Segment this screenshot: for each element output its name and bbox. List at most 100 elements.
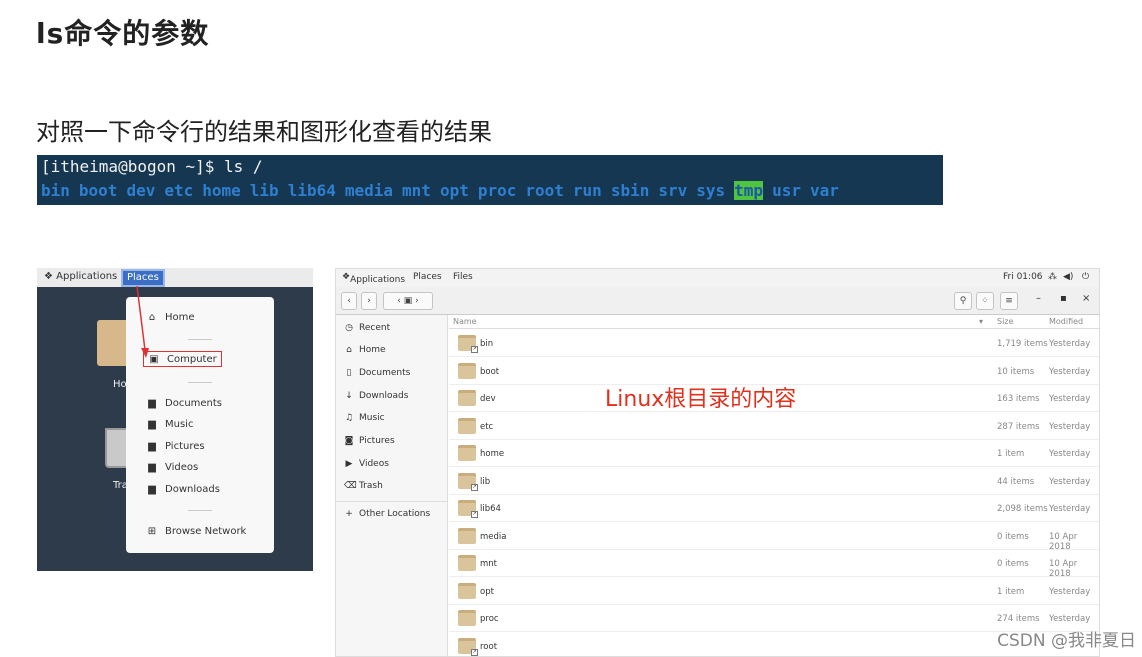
places-menu[interactable]: Places (121, 269, 165, 287)
sidebar-item-videos[interactable]: ▶ Videos (344, 457, 389, 471)
menu-item-music[interactable]: ▆ Music (146, 416, 193, 432)
menu-item-computer[interactable]: ▣ Computer (143, 351, 222, 367)
folder-icon: ▆ (148, 397, 156, 409)
gnome-top-bar: ❖ Applications Places Files Fri 01:06 ⁂ … (336, 269, 1099, 287)
column-modified[interactable]: Modified (1049, 317, 1083, 326)
column-name[interactable]: Name (453, 317, 477, 326)
computer-icon: ▣ (403, 296, 413, 306)
maximize-button[interactable]: ▪ (1060, 293, 1067, 304)
folder-icon (458, 610, 476, 626)
terminal-dir-entry: lib64 (287, 181, 336, 200)
sidebar-item-music[interactable]: ♫ Music (344, 411, 385, 425)
sidebar-item-home[interactable]: ⌂ Home (344, 343, 385, 357)
sidebar-item-pictures[interactable]: ◙ Pictures (344, 434, 395, 448)
file-row[interactable]: media 0 items 10 Apr 2018 (449, 523, 1099, 552)
grid-view-button[interactable]: ⁘ (976, 292, 994, 310)
path-bar[interactable]: ‹ ▣ › (383, 292, 433, 310)
file-row[interactable]: etc 287 items Yesterday (449, 413, 1099, 440)
close-button[interactable]: × (1082, 293, 1090, 304)
clock[interactable]: Fri 01:06 (1003, 272, 1043, 282)
file-modified: Yesterday (1049, 394, 1091, 404)
file-row[interactable]: ↗ lib64 2,098 items Yesterday (449, 495, 1099, 522)
files-menu[interactable]: Files (453, 272, 473, 282)
terminal-dir-entry: sbin (610, 181, 650, 200)
volume-icon[interactable]: ◀) (1063, 272, 1073, 282)
file-name: boot (480, 366, 500, 377)
file-row[interactable]: home 1 item Yesterday (449, 440, 1099, 467)
sidebar-item-other-locations[interactable]: + Other Locations (344, 507, 430, 521)
chevron-right-icon: › (415, 296, 419, 306)
file-row[interactable]: ↗ lib 44 items Yesterday (449, 468, 1099, 495)
file-name: home (480, 449, 505, 459)
folder-icon: ▆ (148, 418, 156, 430)
sidebar-item-label: Downloads (359, 391, 409, 401)
sidebar-item-label: Videos (359, 459, 389, 469)
places-menu[interactable]: Places (413, 272, 442, 282)
sidebar-item-label: Other Locations (359, 509, 431, 519)
menu-item-downloads[interactable]: ▆ Downloads (146, 481, 220, 497)
sort-chevron-icon[interactable]: ▾ (979, 317, 983, 326)
folder-icon (458, 417, 476, 434)
file-size: 0 items (997, 531, 1029, 542)
sidebar-item-documents[interactable]: ▯ Documents (344, 366, 411, 380)
file-name: lib64 (480, 504, 501, 514)
places-menu-screenshot: ❖ Applications Places Ho Tra ⌂ Home ▣ Comp… (37, 268, 313, 571)
folder-icon: ▆ (148, 483, 156, 495)
folder-icon (458, 582, 476, 599)
sidebar-item-label: Music (359, 413, 385, 423)
menu-item-documents[interactable]: ▆ Documents (146, 395, 222, 411)
terminal-dir-entry: usr (772, 181, 801, 200)
file-size: 0 items (997, 559, 1029, 569)
column-size[interactable]: Size (997, 317, 1013, 326)
home-desktop-label: Ho (113, 379, 127, 390)
menu-item-home[interactable]: ⌂ Home (146, 309, 195, 325)
folder-icon (458, 390, 476, 406)
applications-menu[interactable]: ❖ Applications (342, 272, 405, 285)
file-modified: Yesterday (1049, 586, 1091, 597)
file-manager-toolbar: ‹ › ‹ ▣ › ⚲ ⁘ ≡ – ▪ × (336, 287, 1099, 315)
gnome-foot-icon: ❖ (44, 271, 53, 282)
minimize-button[interactable]: – (1036, 293, 1041, 304)
camera-icon: ◙ (344, 436, 354, 446)
sidebar-item-label: Documents (359, 368, 411, 378)
file-name: proc (480, 614, 499, 624)
search-button[interactable]: ⚲ (954, 292, 972, 310)
sidebar-item-trash[interactable]: ⌫ Trash (344, 479, 383, 493)
folder-icon: ↗ (458, 637, 478, 656)
menu-item-pictures[interactable]: ▆ Pictures (146, 438, 204, 454)
file-modified: Yesterday (1049, 476, 1091, 487)
file-row[interactable]: ↗ bin 1,719 items Yesterday (449, 330, 1099, 357)
file-name: media (480, 531, 507, 542)
menu-item-videos[interactable]: ▆ Videos (146, 459, 198, 475)
file-name: bin (480, 339, 494, 349)
folder-icon: ▆ (148, 461, 156, 473)
file-size: 10 items (997, 366, 1035, 377)
terminal-dir-entry: mnt (402, 181, 431, 200)
file-name: mnt (480, 559, 497, 569)
power-icon[interactable]: ⏻ (1082, 272, 1089, 282)
file-name: opt (480, 586, 494, 597)
sidebar-item-downloads[interactable]: ↓ Downloads (344, 389, 408, 403)
applications-menu[interactable]: ❖ Applications (44, 271, 117, 282)
network-icon[interactable]: ⁂ (1048, 272, 1057, 282)
file-modified: 10 Apr 2018 (1049, 531, 1078, 552)
search-icon: ⚲ (959, 296, 967, 306)
folder-icon: ↗ (458, 472, 478, 491)
file-row[interactable]: mnt 0 items 10 Apr 2018 (449, 550, 1099, 579)
file-modified: Yesterday (1049, 339, 1091, 349)
terminal-dir-list: bin boot dev etc home lib lib64 media mnt opt proc… (41, 181, 848, 200)
video-icon: ▶ (345, 459, 353, 469)
menu-separator (188, 510, 212, 511)
back-button[interactable]: ‹ (341, 292, 357, 310)
menu-item-browse-network[interactable]: ⊞ Browse Network (146, 523, 247, 539)
sidebar-item-recent[interactable]: ◷ Recent (344, 321, 390, 335)
file-modified: Yesterday (1049, 614, 1091, 624)
menu-button[interactable]: ≡ (1000, 292, 1018, 310)
file-size: 163 items (997, 394, 1040, 404)
computer-icon: ▣ (149, 353, 159, 365)
file-name: etc (480, 421, 494, 432)
terminal-dir-entry: etc (164, 181, 194, 200)
forward-button[interactable]: › (361, 292, 377, 310)
file-row[interactable]: opt 1 item Yesterday (449, 578, 1099, 605)
gnome-top-bar: ❖ Applications Places (37, 268, 313, 287)
